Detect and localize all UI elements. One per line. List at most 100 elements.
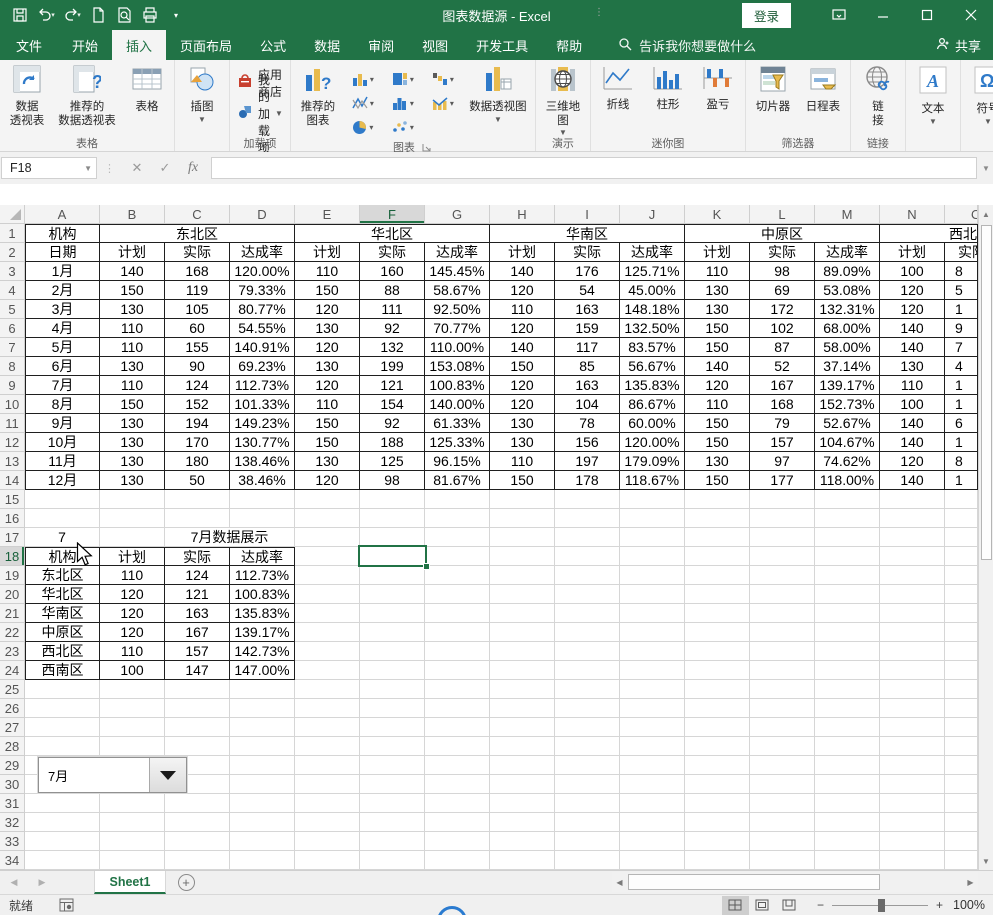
- column-header-I[interactable]: I: [555, 205, 620, 224]
- cell[interactable]: [490, 566, 555, 585]
- cell[interactable]: 70.77%: [425, 319, 490, 338]
- cell[interactable]: [685, 832, 750, 851]
- cell[interactable]: 100: [880, 395, 945, 414]
- cell[interactable]: 83.57%: [620, 338, 685, 357]
- cell[interactable]: [230, 680, 295, 699]
- cell[interactable]: [555, 832, 620, 851]
- cell[interactable]: 110: [295, 395, 360, 414]
- new-document-icon[interactable]: [86, 3, 110, 27]
- month-dropdown[interactable]: 7月: [38, 757, 187, 793]
- cell[interactable]: 120: [295, 376, 360, 395]
- cell[interactable]: 110.00%: [425, 338, 490, 357]
- cell[interactable]: 79: [750, 414, 815, 433]
- cell[interactable]: 159: [555, 319, 620, 338]
- cell[interactable]: 177: [750, 471, 815, 490]
- cell[interactable]: 52.67%: [815, 414, 880, 433]
- cell[interactable]: 150: [100, 281, 165, 300]
- row-header-22[interactable]: 22: [0, 623, 25, 642]
- cell[interactable]: 150: [490, 471, 555, 490]
- cell[interactable]: [295, 623, 360, 642]
- cell[interactable]: 110: [685, 262, 750, 281]
- cell[interactable]: 6: [945, 414, 978, 433]
- cell[interactable]: [100, 528, 165, 547]
- cell[interactable]: 105: [165, 300, 230, 319]
- pivot-table-button[interactable]: 数据 透视表: [2, 62, 52, 134]
- cell[interactable]: [425, 718, 490, 737]
- cell[interactable]: [815, 699, 880, 718]
- cell[interactable]: 100.83%: [230, 585, 295, 604]
- cell[interactable]: 167: [750, 376, 815, 395]
- cell[interactable]: [490, 737, 555, 756]
- row-header-6[interactable]: 6: [0, 319, 25, 338]
- new-sheet-button[interactable]: +: [166, 871, 206, 894]
- cell[interactable]: 130: [100, 414, 165, 433]
- cell[interactable]: 176: [555, 262, 620, 281]
- cell[interactable]: 124: [165, 376, 230, 395]
- cell[interactable]: 达成率: [620, 243, 685, 262]
- cell[interactable]: 10月: [25, 433, 100, 452]
- row-header-27[interactable]: 27: [0, 718, 25, 737]
- cell[interactable]: 2月: [25, 281, 100, 300]
- cell[interactable]: [100, 699, 165, 718]
- cell[interactable]: 计划: [100, 547, 165, 566]
- column-header-G[interactable]: G: [425, 205, 490, 224]
- cell[interactable]: 4: [945, 357, 978, 376]
- cell[interactable]: 华北区: [25, 585, 100, 604]
- cell[interactable]: [685, 794, 750, 813]
- cell[interactable]: [620, 604, 685, 623]
- cell[interactable]: 5: [945, 281, 978, 300]
- cell[interactable]: 92: [360, 319, 425, 338]
- cell[interactable]: [620, 832, 685, 851]
- cell[interactable]: [750, 775, 815, 794]
- cell[interactable]: 163: [555, 300, 620, 319]
- cell[interactable]: [880, 794, 945, 813]
- cell[interactable]: 85: [555, 357, 620, 376]
- cell[interactable]: 120: [880, 300, 945, 319]
- cell[interactable]: 130: [100, 357, 165, 376]
- cell[interactable]: 102: [750, 319, 815, 338]
- cell[interactable]: [25, 832, 100, 851]
- cell[interactable]: 58.67%: [425, 281, 490, 300]
- cell[interactable]: 6月: [25, 357, 100, 376]
- cell[interactable]: 140: [880, 319, 945, 338]
- tab-file[interactable]: 文件: [0, 30, 58, 60]
- cell[interactable]: 135.83%: [620, 376, 685, 395]
- cell[interactable]: [25, 718, 100, 737]
- cell[interactable]: [620, 490, 685, 509]
- cell[interactable]: [945, 566, 978, 585]
- cell[interactable]: [750, 794, 815, 813]
- cell[interactable]: [750, 832, 815, 851]
- cell[interactable]: 150: [685, 338, 750, 357]
- maximize-button[interactable]: [905, 0, 949, 30]
- cell[interactable]: [555, 699, 620, 718]
- cell[interactable]: [750, 718, 815, 737]
- cell[interactable]: 142.73%: [230, 642, 295, 661]
- cell[interactable]: 78: [555, 414, 620, 433]
- cell[interactable]: [295, 509, 360, 528]
- cell[interactable]: 140.91%: [230, 338, 295, 357]
- cell[interactable]: 7: [945, 338, 978, 357]
- cell[interactable]: [685, 737, 750, 756]
- cell[interactable]: [295, 851, 360, 870]
- cell[interactable]: [555, 737, 620, 756]
- row-header-28[interactable]: 28: [0, 737, 25, 756]
- column-header-F[interactable]: F: [360, 205, 425, 224]
- normal-view-button[interactable]: [722, 896, 749, 915]
- cell[interactable]: [685, 718, 750, 737]
- cell[interactable]: [750, 566, 815, 585]
- cell[interactable]: 152.73%: [815, 395, 880, 414]
- cell[interactable]: [230, 775, 295, 794]
- cell[interactable]: [490, 813, 555, 832]
- cell[interactable]: [100, 737, 165, 756]
- cell[interactable]: 1: [945, 376, 978, 395]
- cell[interactable]: [685, 623, 750, 642]
- cell[interactable]: [685, 851, 750, 870]
- cell[interactable]: [295, 832, 360, 851]
- waterfall-chart-button[interactable]: ▾: [423, 67, 463, 91]
- row-header-29[interactable]: 29: [0, 756, 25, 775]
- cell[interactable]: [360, 832, 425, 851]
- cell[interactable]: 97: [750, 452, 815, 471]
- cell[interactable]: [490, 718, 555, 737]
- cell[interactable]: [880, 737, 945, 756]
- cell[interactable]: [425, 813, 490, 832]
